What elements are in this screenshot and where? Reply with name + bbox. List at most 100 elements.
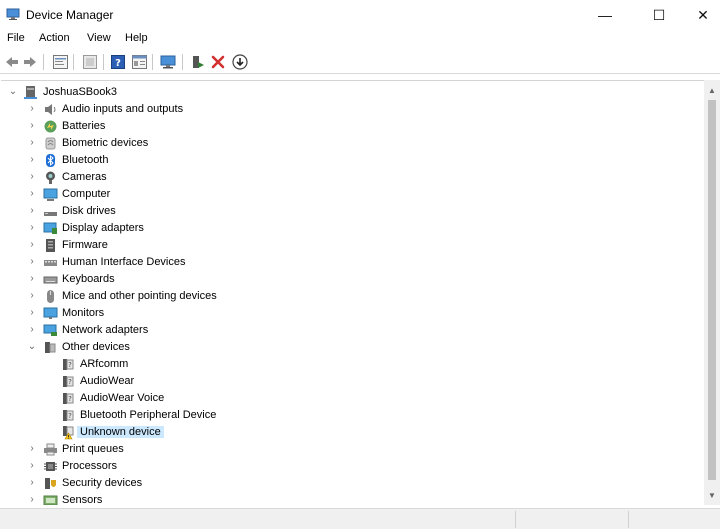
menu-action[interactable]: Action — [39, 32, 70, 44]
forward-icon — [24, 57, 36, 67]
category-label: Biometric devices — [62, 137, 149, 149]
category-label: Print queues — [62, 443, 124, 455]
expand-arrow-icon[interactable]: › — [27, 460, 37, 472]
display-adapter-icon — [43, 222, 57, 234]
uninstall-button[interactable] — [210, 54, 226, 70]
category-cameras[interactable]: › Cameras — [1, 169, 701, 186]
category-security-devices[interactable]: › Security devices — [1, 475, 701, 492]
device-bluetooth-peripheral[interactable]: ? Bluetooth Peripheral Device — [1, 407, 701, 424]
other-devices-icon — [45, 342, 56, 353]
category-biometric[interactable]: › Biometric devices — [1, 135, 701, 152]
category-processors[interactable]: › Processors — [1, 458, 701, 475]
category-label: Cameras — [62, 171, 107, 183]
expand-arrow-icon[interactable]: › — [27, 239, 37, 251]
scroll-down-icon[interactable]: ▼ — [704, 487, 720, 503]
category-label: Other devices — [62, 341, 130, 353]
category-batteries[interactable]: › Batteries — [1, 118, 701, 135]
biometric-icon — [45, 137, 56, 150]
expand-arrow-icon[interactable]: › — [27, 154, 37, 166]
scroll-up-icon[interactable]: ▲ — [704, 82, 720, 98]
collapse-arrow-icon[interactable]: ⌄ — [8, 86, 18, 98]
category-mice[interactable]: › Mice and other pointing devices — [1, 288, 701, 305]
close-button[interactable]: ✕ — [680, 0, 720, 30]
category-bluetooth[interactable]: › Bluetooth — [1, 152, 701, 169]
scan-hardware-button[interactable] — [160, 54, 176, 70]
scrollbar-thumb[interactable] — [708, 100, 716, 480]
expand-arrow-icon[interactable]: › — [27, 290, 37, 302]
expand-arrow-icon[interactable]: › — [27, 443, 37, 455]
category-label: Keyboards — [62, 273, 115, 285]
unknown-device-icon: ? — [63, 359, 74, 370]
menu-help[interactable]: Help — [125, 32, 148, 44]
scan-hardware-icon — [160, 55, 176, 69]
toolbar: ? — [0, 50, 720, 74]
enable-device-icon — [193, 55, 204, 68]
svg-text:?: ? — [68, 395, 72, 403]
svg-text:?: ? — [68, 412, 72, 420]
expand-arrow-icon[interactable]: › — [27, 307, 37, 319]
device-tree: ⌄ JoshuaSBook3 › Audio inputs and output… — [1, 80, 705, 505]
expand-arrow-icon[interactable]: › — [27, 273, 37, 285]
category-network-adapters[interactable]: › Network adapters — [1, 322, 701, 339]
network-adapter-icon — [43, 324, 57, 336]
expand-arrow-icon[interactable]: › — [27, 188, 37, 200]
minimize-button[interactable]: — — [582, 0, 628, 30]
title-bar: Device Manager — ☐ ✕ — [0, 0, 720, 30]
category-display-adapters[interactable]: › Display adapters — [1, 220, 701, 237]
category-computer[interactable]: › Computer — [1, 186, 701, 203]
sensor-icon — [43, 495, 58, 505]
category-firmware[interactable]: › Firmware — [1, 237, 701, 254]
category-other-devices[interactable]: ⌄ Other devices — [1, 339, 701, 356]
category-hid[interactable]: › Human Interface Devices — [1, 254, 701, 271]
help-button[interactable]: ? — [110, 54, 126, 70]
status-bar — [0, 508, 720, 529]
vertical-scrollbar[interactable]: ▲ ▼ — [704, 80, 720, 505]
update-driver-button[interactable] — [82, 54, 98, 70]
expand-arrow-icon[interactable]: › — [27, 205, 37, 217]
category-keyboards[interactable]: › Keyboards — [1, 271, 701, 288]
forward-button[interactable] — [22, 54, 38, 70]
category-label: Security devices — [62, 477, 143, 489]
category-label: Disk drives — [62, 205, 116, 217]
category-audio[interactable]: › Audio inputs and outputs — [1, 101, 701, 118]
category-label: Firmware — [62, 239, 108, 251]
device-unknown[interactable]: Unknown device — [1, 424, 701, 441]
minimize-icon: — — [598, 7, 612, 23]
device-audiowear[interactable]: ? AudioWear — [1, 373, 701, 390]
device-label: ARfcomm — [80, 358, 129, 370]
speaker-icon — [45, 104, 56, 115]
category-sensors[interactable]: › Sensors — [1, 492, 701, 505]
expand-arrow-icon[interactable]: › — [27, 120, 37, 132]
expand-arrow-icon[interactable]: › — [27, 137, 37, 149]
category-label: Sensors — [62, 494, 103, 505]
category-label: Mice and other pointing devices — [62, 290, 217, 302]
device-arfcomm[interactable]: ? ARfcomm — [1, 356, 701, 373]
collapse-arrow-icon[interactable]: ⌄ — [27, 341, 37, 353]
category-print-queues[interactable]: › Print queues — [1, 441, 701, 458]
menu-view[interactable]: View — [87, 32, 111, 44]
expand-arrow-icon[interactable]: › — [27, 256, 37, 268]
expand-arrow-icon[interactable]: › — [27, 222, 37, 234]
tree-root[interactable]: ⌄ JoshuaSBook3 — [1, 84, 701, 101]
properties-button[interactable] — [52, 54, 68, 70]
status-divider — [515, 511, 516, 528]
device-audiowear-voice[interactable]: ? AudioWear Voice — [1, 390, 701, 407]
expand-arrow-icon[interactable]: › — [27, 494, 37, 505]
enable-device-button[interactable] — [190, 54, 206, 70]
show-hidden-button[interactable] — [131, 54, 147, 70]
maximize-button[interactable]: ☐ — [636, 0, 682, 30]
expand-arrow-icon[interactable]: › — [27, 324, 37, 336]
menu-file[interactable]: File — [7, 32, 25, 44]
camera-icon — [46, 171, 55, 184]
svg-text:?: ? — [68, 361, 72, 369]
category-label: Network adapters — [62, 324, 149, 336]
category-disk-drives[interactable]: › Disk drives — [1, 203, 701, 220]
unknown-device-icon: ? — [63, 393, 74, 404]
expand-arrow-icon[interactable]: › — [27, 171, 37, 183]
category-monitors[interactable]: › Monitors — [1, 305, 701, 322]
device-label: AudioWear Voice — [80, 392, 165, 404]
expand-arrow-icon[interactable]: › — [27, 103, 37, 115]
expand-arrow-icon[interactable]: › — [27, 477, 37, 489]
back-button[interactable] — [4, 54, 20, 70]
download-button[interactable] — [232, 54, 248, 70]
